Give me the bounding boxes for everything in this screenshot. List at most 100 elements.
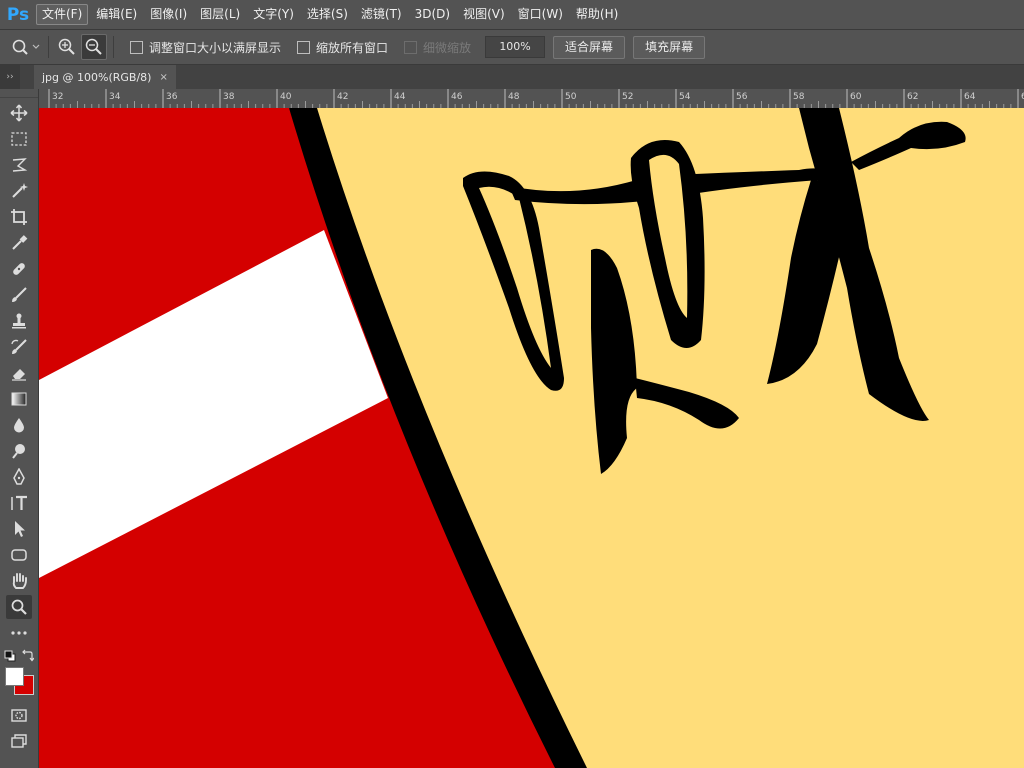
healing-brush-tool[interactable] bbox=[6, 257, 32, 281]
ruler-label: 54 bbox=[679, 92, 691, 102]
ruler-label: 52 bbox=[622, 92, 633, 102]
scrubby-zoom-label: 细微缩放 bbox=[423, 40, 472, 55]
checkbox-box[interactable] bbox=[297, 40, 311, 54]
pen-tool[interactable] bbox=[6, 465, 32, 489]
quick-mask-icon bbox=[11, 709, 27, 722]
type-tool-icon bbox=[11, 495, 27, 510]
path-selection-tool[interactable] bbox=[6, 517, 32, 541]
ruler-label: 50 bbox=[565, 92, 577, 102]
type-tool[interactable] bbox=[6, 491, 32, 515]
swap-colors-button[interactable] bbox=[21, 649, 35, 665]
hand-tool-icon bbox=[12, 573, 27, 589]
zoom-tool-icon bbox=[11, 599, 27, 615]
brush-tool-icon bbox=[12, 287, 27, 302]
zoom-in-icon bbox=[58, 38, 75, 55]
gradient-tool-icon bbox=[11, 392, 27, 406]
lasso-tool[interactable] bbox=[6, 153, 32, 177]
ruler-label: 40 bbox=[280, 92, 292, 102]
menu-window[interactable]: 窗口(W) bbox=[513, 5, 568, 24]
menu-edit[interactable]: 编辑(E) bbox=[91, 5, 142, 24]
marquee-tool[interactable] bbox=[6, 127, 32, 151]
panel-collapse-toggle[interactable]: ›› bbox=[0, 65, 20, 89]
screen-mode-icon bbox=[11, 734, 27, 748]
eyedropper-tool[interactable] bbox=[6, 231, 32, 255]
clone-stamp-tool[interactable] bbox=[6, 309, 32, 333]
ruler-label: 44 bbox=[394, 92, 406, 102]
ruler-label: 48 bbox=[508, 92, 520, 102]
blur-tool[interactable] bbox=[6, 413, 32, 437]
separator bbox=[113, 36, 114, 58]
close-tab-icon[interactable]: × bbox=[159, 72, 167, 83]
crop-tool[interactable] bbox=[6, 205, 32, 229]
gradient-tool[interactable] bbox=[6, 387, 32, 411]
path-selection-tool-icon bbox=[15, 521, 25, 537]
foreground-color-swatch[interactable] bbox=[5, 667, 24, 686]
scrubby-zoom-checkbox: 细微缩放 bbox=[404, 39, 471, 56]
menu-image[interactable]: 图像(I) bbox=[145, 5, 192, 24]
ruler-label: 32 bbox=[52, 92, 63, 102]
clone-stamp-tool-icon bbox=[12, 313, 26, 329]
menu-help[interactable]: 帮助(H) bbox=[571, 5, 623, 24]
menu-type[interactable]: 文字(Y) bbox=[248, 5, 299, 24]
brush-tool[interactable] bbox=[6, 283, 32, 307]
pen-tool-icon bbox=[13, 468, 25, 485]
zoom-in-button[interactable] bbox=[55, 35, 79, 59]
ruler-label: 34 bbox=[109, 92, 121, 102]
ruler-label: 56 bbox=[736, 92, 748, 102]
checkbox-box bbox=[404, 40, 418, 54]
default-colors-button[interactable] bbox=[4, 650, 16, 665]
rectangle-tool[interactable] bbox=[6, 543, 32, 567]
zoom-out-icon bbox=[85, 38, 102, 55]
ruler-label: 62 bbox=[907, 92, 918, 102]
menu-layer[interactable]: 图层(L) bbox=[195, 5, 245, 24]
marquee-tool-icon bbox=[11, 132, 27, 146]
calligraphy-character bbox=[463, 108, 966, 474]
history-brush-tool[interactable] bbox=[6, 335, 32, 359]
healing-brush-tool-icon bbox=[13, 263, 25, 275]
tools-panel bbox=[0, 89, 39, 768]
tool-preset-picker[interactable] bbox=[8, 37, 42, 57]
screen-mode[interactable] bbox=[6, 729, 32, 753]
dodge-tool[interactable] bbox=[6, 439, 32, 463]
resize-windows-label: 调整窗口大小以满屏显示 bbox=[149, 40, 282, 55]
zoom-tool-preset-icon bbox=[12, 39, 40, 55]
menu-view[interactable]: 视图(V) bbox=[458, 5, 510, 24]
move-tool[interactable] bbox=[6, 101, 32, 125]
ruler-label: 58 bbox=[793, 92, 805, 102]
horizontal-ruler: 323436384042444648505254565860626466 bbox=[39, 89, 1024, 109]
checkbox-box[interactable] bbox=[130, 40, 143, 54]
eraser-tool-icon bbox=[12, 369, 26, 381]
zoom-tool[interactable] bbox=[6, 595, 32, 619]
more-tools-icon bbox=[11, 631, 27, 635]
lasso-tool-icon bbox=[12, 158, 28, 172]
dodge-tool-icon bbox=[12, 444, 25, 459]
fit-screen-button[interactable]: 适合屏幕 bbox=[553, 35, 626, 59]
rectangle-tool-icon bbox=[11, 549, 27, 561]
eraser-tool[interactable] bbox=[6, 361, 32, 385]
ruler-label: 38 bbox=[223, 92, 235, 102]
ruler-label: 42 bbox=[337, 92, 348, 102]
document-canvas[interactable] bbox=[39, 108, 1024, 768]
hand-tool[interactable] bbox=[6, 569, 32, 593]
magic-wand-tool[interactable] bbox=[6, 179, 32, 203]
menu-filter[interactable]: 滤镜(T) bbox=[356, 5, 407, 24]
artwork bbox=[39, 108, 966, 768]
quick-mask-mode[interactable] bbox=[6, 703, 32, 727]
menu-select[interactable]: 选择(S) bbox=[302, 5, 353, 24]
more-tools[interactable] bbox=[6, 621, 32, 645]
zoom-percentage-field[interactable]: 100% bbox=[485, 36, 546, 58]
menu-3d[interactable]: 3D(D) bbox=[410, 5, 455, 24]
tools-panel-grip[interactable] bbox=[0, 89, 38, 98]
document-tab[interactable]: jpg @ 100%(RGB/8) × bbox=[34, 65, 176, 89]
fill-screen-button[interactable]: 填充屏幕 bbox=[633, 35, 706, 59]
menu-file[interactable]: 文件(F) bbox=[36, 4, 89, 25]
document-tab-bar: ›› jpg @ 100%(RGB/8) × bbox=[0, 65, 1024, 89]
ruler-ticks: 323436384042444648505254565860626466 bbox=[48, 89, 1024, 108]
blur-tool-icon bbox=[14, 418, 24, 433]
eyedropper-tool-icon bbox=[12, 235, 28, 250]
resize-windows-checkbox[interactable]: 调整窗口大小以满屏显示 bbox=[130, 39, 281, 56]
zoom-all-windows-checkbox[interactable]: 缩放所有窗口 bbox=[297, 39, 388, 56]
zoom-out-button[interactable] bbox=[81, 34, 107, 60]
ruler-label: 46 bbox=[451, 92, 463, 102]
crop-tool-icon bbox=[11, 209, 27, 225]
